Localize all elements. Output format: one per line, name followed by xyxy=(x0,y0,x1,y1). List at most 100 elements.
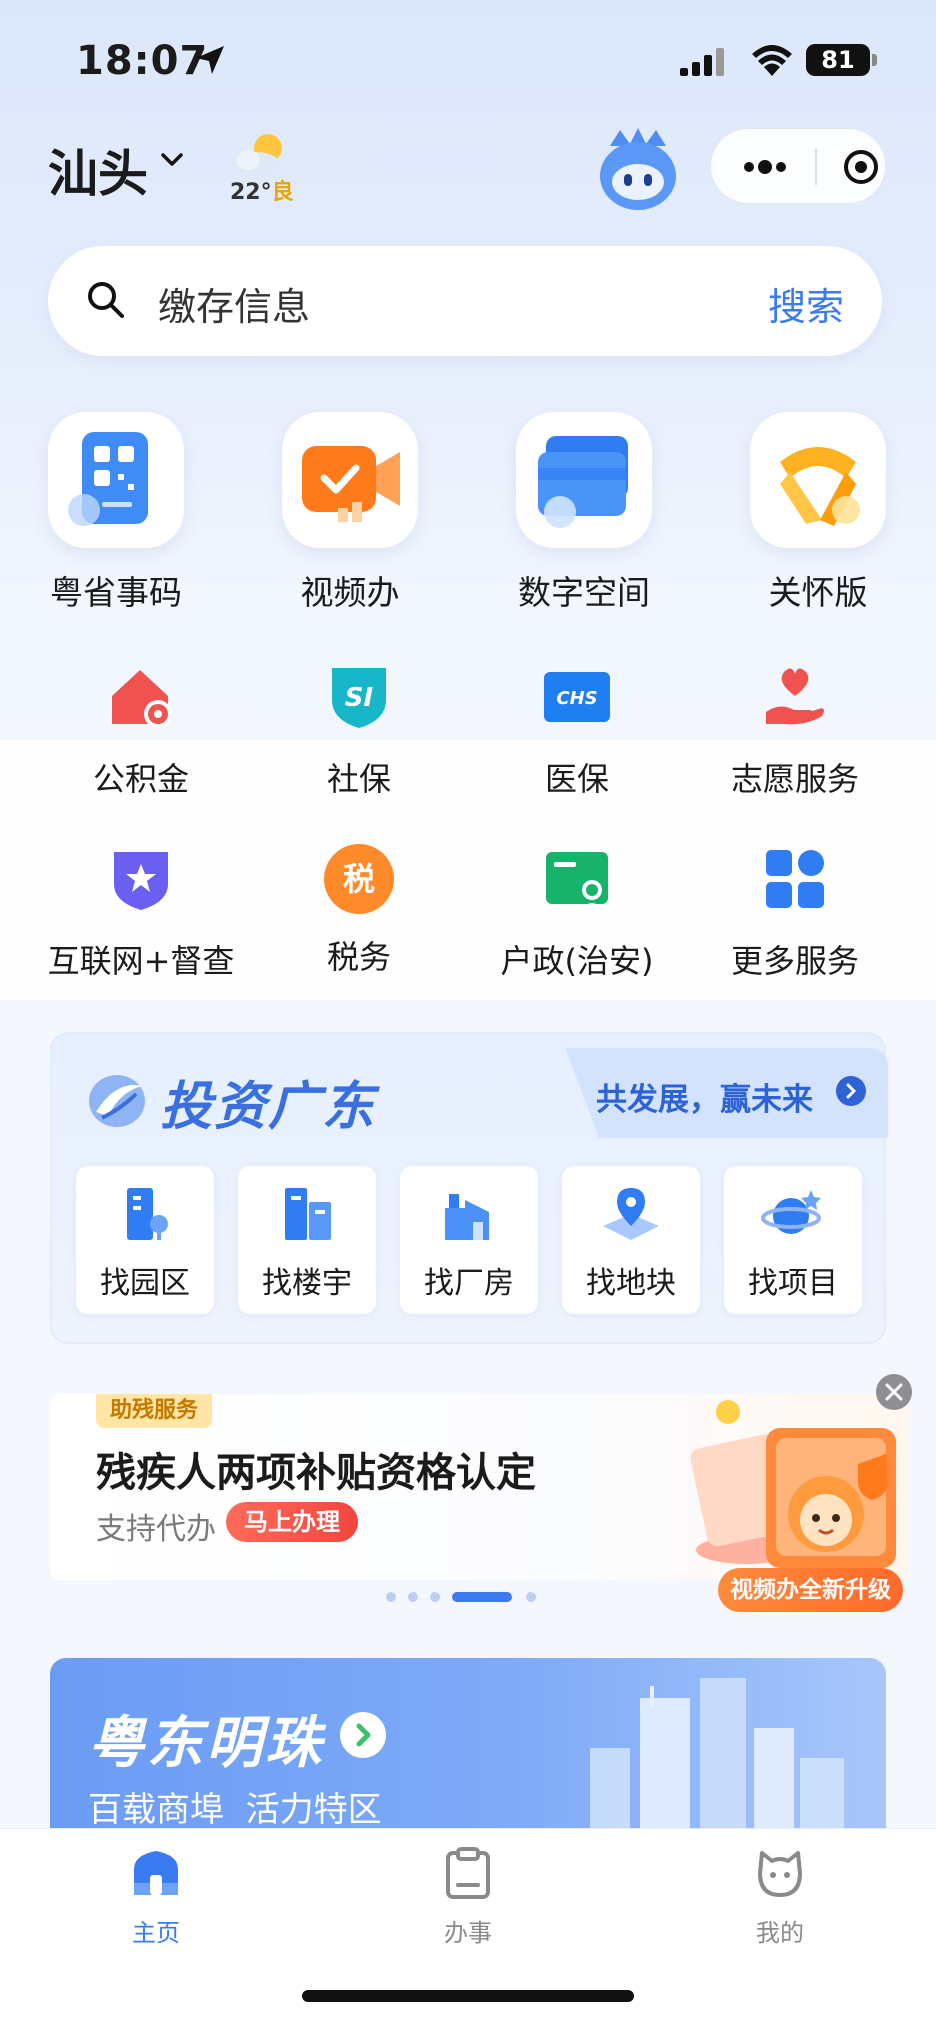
weather-temp: 22° xyxy=(230,180,272,205)
invest-option-label: 找项目 xyxy=(748,1266,838,1301)
service-tax[interactable]: 税 税务 xyxy=(244,844,474,978)
video-upgrade-badge[interactable]: 视频办全新升级 xyxy=(718,1568,903,1612)
clipboard-icon xyxy=(446,1847,490,1899)
service-yueshengshi-code[interactable]: 粤省事码 xyxy=(26,412,206,614)
invest-title: 投资广东 xyxy=(160,1077,377,1137)
tab-label: 办事 xyxy=(444,1919,492,1947)
invest-find-park[interactable]: 找园区 xyxy=(76,1166,214,1314)
search-button[interactable]: 搜索 xyxy=(768,276,844,331)
video-camera-icon xyxy=(282,412,418,548)
qr-code-card-icon xyxy=(48,412,184,548)
battery-tip xyxy=(872,54,877,66)
weather-readout: 22°良 xyxy=(230,174,294,206)
city-selector[interactable]: 汕头 xyxy=(48,134,148,206)
medical-insurance-icon: CHS xyxy=(544,672,610,722)
svg-text:SI: SI xyxy=(345,683,374,713)
service-care-edition[interactable]: 关怀版 xyxy=(728,412,908,614)
service-medical-insurance[interactable]: CHS 医保 xyxy=(462,662,692,800)
service-household[interactable]: 户政(治安) xyxy=(462,844,692,982)
project-planet-icon xyxy=(761,1190,821,1234)
land-pin-icon xyxy=(603,1188,659,1240)
banner-tag: 助残服务 xyxy=(96,1394,213,1428)
invest-option-label: 找厂房 xyxy=(424,1266,514,1301)
service-social-security[interactable]: SI 社保 xyxy=(244,662,474,800)
household-id-icon xyxy=(546,852,608,910)
service-more[interactable]: 更多服务 xyxy=(680,844,910,982)
chevron-down-icon[interactable] xyxy=(160,150,184,170)
house-fund-icon xyxy=(112,670,172,728)
svg-text:CHS: CHS xyxy=(556,688,597,709)
invest-find-building[interactable]: 找楼宇 xyxy=(238,1166,376,1314)
banner-title: 残疾人两项补贴资格认定 xyxy=(96,1450,536,1496)
banner-action-button[interactable]: 马上办理 xyxy=(226,1502,358,1542)
service-label: 社保 xyxy=(326,760,391,798)
star-shield-icon xyxy=(114,852,168,910)
factory-icon xyxy=(445,1194,489,1240)
close-miniprogram-icon[interactable] xyxy=(843,149,879,185)
invest-option-label: 找园区 xyxy=(100,1266,190,1301)
more-grid-icon xyxy=(766,850,824,908)
city-feature-subtitle: 百载商埠 活力特区 xyxy=(88,1790,382,1828)
status-bar: 18:07 81 xyxy=(0,0,936,120)
close-banner-icon[interactable] xyxy=(876,1374,912,1410)
assistant-mascot-icon[interactable] xyxy=(590,122,686,218)
service-label: 医保 xyxy=(544,760,609,798)
service-internet-supervision[interactable]: 互联网+督查 xyxy=(26,844,256,982)
service-label: 数字空间 xyxy=(518,573,650,612)
profile-cat-icon xyxy=(758,1851,802,1897)
service-label: 志愿服务 xyxy=(730,760,859,798)
service-label: 视频办 xyxy=(300,573,400,612)
search-bar[interactable]: 缴存信息 搜索 xyxy=(48,246,882,356)
service-label: 互联网+督查 xyxy=(47,942,235,980)
banner-subtitle: 支持代办 xyxy=(96,1512,216,1547)
chevron-right-icon[interactable] xyxy=(340,1712,386,1758)
carousel-dot xyxy=(526,1592,536,1602)
tab-home[interactable]: 主页 xyxy=(86,1845,226,1948)
location-arrow-icon xyxy=(196,46,224,74)
carousel-dot xyxy=(408,1592,418,1602)
invest-option-label: 找地块 xyxy=(586,1266,676,1301)
more-dots-icon[interactable] xyxy=(741,153,789,181)
home-indicator xyxy=(302,1990,634,2002)
carousel-dot-active xyxy=(452,1592,512,1602)
service-label: 关怀版 xyxy=(768,573,868,612)
service-housing-fund[interactable]: 公积金 xyxy=(26,662,256,800)
invest-options: 找园区 找楼宇 找厂房 找地块 找项目 xyxy=(76,1166,876,1316)
office-tower-icon xyxy=(285,1188,331,1240)
miniprogram-capsule xyxy=(710,128,886,204)
invest-guangdong-card: 投资广东 共发展，赢未来 找园区 找楼宇 找厂房 找地块 找项目 xyxy=(50,1032,888,1344)
service-video[interactable]: 视频办 xyxy=(260,412,440,614)
service-digital-space[interactable]: 数字空间 xyxy=(494,412,674,614)
care-ribbon-icon xyxy=(750,412,886,548)
air-quality: 良 xyxy=(271,180,294,205)
city-feature-card[interactable]: 粤东明珠 百载商埠 活力特区 xyxy=(50,1658,886,1828)
service-volunteer[interactable]: 志愿服务 xyxy=(680,662,910,800)
capsule-divider xyxy=(815,149,817,185)
invest-find-project[interactable]: 找项目 xyxy=(724,1166,862,1314)
cellular-signal-icon xyxy=(680,48,724,76)
park-building-icon xyxy=(127,1188,168,1240)
invest-slogan[interactable]: 共发展，赢未来 xyxy=(596,1074,813,1119)
digital-folder-icon xyxy=(516,412,652,548)
chevron-right-circle-icon[interactable] xyxy=(836,1076,866,1106)
search-icon xyxy=(88,282,124,318)
invest-logo-icon xyxy=(89,1075,145,1127)
volunteer-heart-icon xyxy=(766,668,824,725)
tab-label: 主页 xyxy=(132,1919,180,1947)
search-input[interactable]: 缴存信息 xyxy=(158,276,310,331)
home-icon xyxy=(134,1851,178,1895)
tab-profile[interactable]: 我的 xyxy=(710,1845,850,1948)
service-label: 更多服务 xyxy=(730,942,859,980)
tax-icon: 税 xyxy=(324,844,394,914)
social-security-icon: SI xyxy=(332,668,386,728)
city-feature-title: 粤东明珠 xyxy=(88,1711,324,1776)
carousel-dot xyxy=(386,1592,396,1602)
tab-services[interactable]: 办事 xyxy=(398,1845,538,1948)
invest-find-land[interactable]: 找地块 xyxy=(562,1166,700,1314)
service-label: 粤省事码 xyxy=(50,573,182,612)
invest-option-label: 找楼宇 xyxy=(262,1266,352,1301)
service-label: 户政(治安) xyxy=(500,942,654,980)
main-services: 粤省事码 视频办 数字空间 关怀版 xyxy=(0,412,936,612)
battery-indicator: 81 xyxy=(806,44,870,76)
invest-find-factory[interactable]: 找厂房 xyxy=(400,1166,538,1314)
